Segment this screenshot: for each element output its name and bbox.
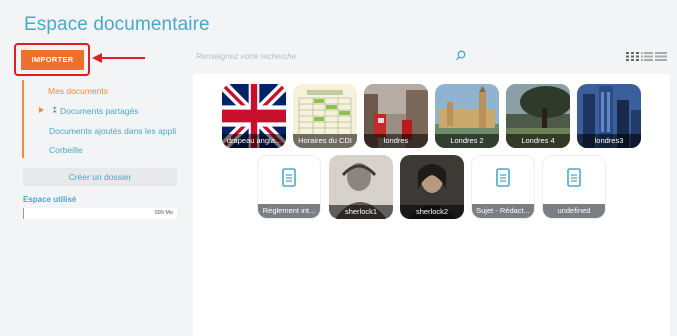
import-button[interactable]: IMPORTER [21, 50, 84, 70]
file-name: Horaires du CDI [293, 134, 357, 148]
file-name: londres3 [577, 134, 641, 148]
search-input[interactable]: Renseignez votre recherche [196, 52, 296, 61]
document-icon [496, 168, 510, 187]
file-tile[interactable]: londres3 [577, 84, 641, 148]
file-name: undefined [543, 204, 605, 218]
sidebar-item-shared-documents[interactable]: Documents partagés [54, 106, 138, 116]
document-icon [282, 168, 296, 187]
file-name: Sujet - Rédact... [472, 204, 534, 218]
search-icon[interactable] [455, 50, 466, 61]
file-tile[interactable]: sherlock1 [329, 155, 393, 219]
file-name: sherlock1 [329, 205, 393, 219]
space-used-label: Espace utilisé [23, 195, 77, 204]
file-tile[interactable]: sherlock2 [400, 155, 464, 219]
file-tile[interactable]: Règlement int... [257, 155, 321, 219]
sidebar-item-added-in-apps[interactable]: Documents ajoutés dans les appli [49, 126, 176, 136]
list-view-icon[interactable] [641, 52, 653, 61]
sidebar-item-my-documents[interactable]: Mes documents [48, 86, 108, 96]
file-name: Règlement int... [258, 204, 320, 218]
red-arrow-annotation [92, 53, 145, 63]
create-folder-button[interactable]: Créer un dossier [23, 168, 177, 186]
sidebar-active-bar [22, 80, 24, 158]
file-name: londres [364, 134, 428, 148]
expand-caret-icon[interactable] [39, 107, 44, 113]
file-tile[interactable]: undefined [542, 155, 606, 219]
grid-view-icon[interactable] [626, 52, 639, 61]
file-tile[interactable]: drapeau angla... [222, 84, 286, 148]
file-name: Londres 4 [506, 134, 570, 148]
space-used-bar: 999 Mo [23, 208, 177, 219]
file-name: Londres 2 [435, 134, 499, 148]
detail-view-icon[interactable] [655, 52, 667, 61]
import-highlight-box: IMPORTER [14, 43, 90, 76]
space-used-value: 999 Mo [154, 210, 173, 216]
file-tile[interactable]: Londres 4 [506, 84, 570, 148]
file-name: drapeau angla... [222, 134, 286, 148]
document-icon [567, 168, 581, 187]
sidebar-item-trash[interactable]: Corbeille [49, 145, 83, 155]
file-tile[interactable]: Horaires du CDI [293, 84, 357, 148]
file-tile[interactable]: Sujet - Rédact... [471, 155, 535, 219]
file-tile[interactable]: Londres 2 [435, 84, 499, 148]
page-title: Espace documentaire [24, 14, 210, 35]
file-name: sherlock2 [400, 205, 464, 219]
view-toggle [626, 52, 667, 61]
sidebar-item-label: Documents partagés [60, 106, 139, 116]
file-tile[interactable]: londres [364, 84, 428, 148]
